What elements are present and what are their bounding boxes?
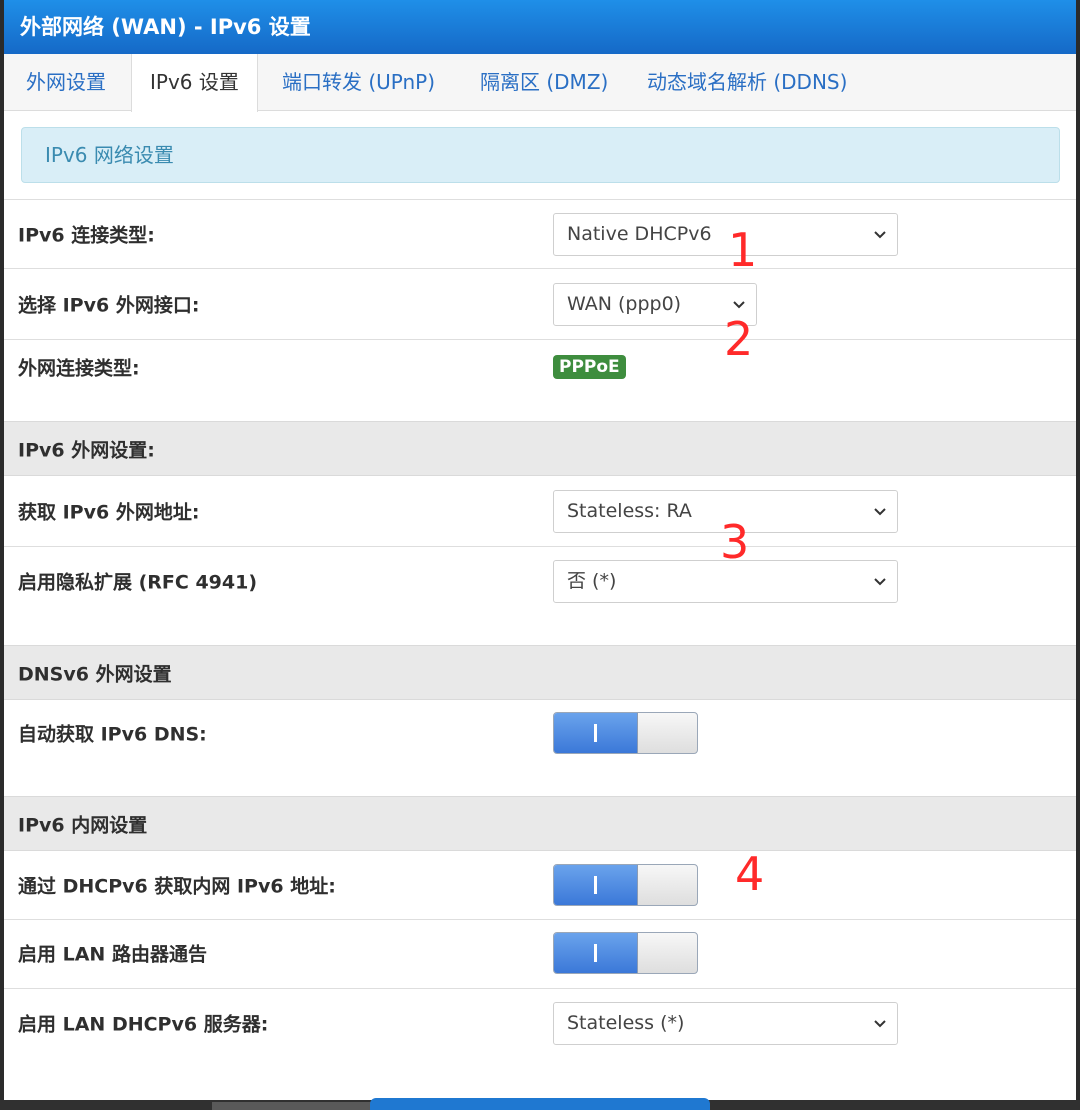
annotation-4: 4	[735, 847, 765, 901]
tab-ipv6-settings[interactable]: IPv6 设置	[131, 54, 258, 112]
tab-wan-settings[interactable]: 外网设置	[26, 54, 106, 111]
section-ipv6-lan-title: IPv6 内网设置	[18, 814, 148, 837]
annotation-2: 2	[724, 312, 754, 366]
chevron-down-icon	[874, 231, 886, 239]
section-dnsv6-wan-title: DNSv6 外网设置	[18, 663, 172, 686]
get-addr-label: 获取 IPv6 外网地址:	[18, 501, 200, 524]
watermark-text: 什么值得买	[946, 1070, 1051, 1094]
privacy-ext-value: 否 (*)	[567, 570, 617, 592]
wan-conn-type-label: 外网连接类型:	[18, 357, 140, 380]
conn-type-label: IPv6 连接类型:	[18, 224, 155, 247]
toggle-on-segment	[554, 933, 638, 973]
toggle-on-indicator	[594, 876, 597, 894]
info-banner: IPv6 网络设置	[21, 127, 1060, 183]
chevron-down-icon	[733, 301, 745, 309]
divider	[4, 919, 1076, 920]
section-dnsv6-wan: DNSv6 外网设置	[4, 645, 1076, 700]
dhcpv6-lan-addr-label: 通过 DHCPv6 获取内网 IPv6 地址:	[18, 875, 336, 898]
chevron-down-icon	[874, 578, 886, 586]
conn-type-select[interactable]: Native DHCPv6	[553, 213, 898, 256]
watermark: 值什么值得买	[912, 1066, 1051, 1096]
lan-dhcpv6-server-value: Stateless (*)	[567, 1012, 685, 1034]
wan-iface-label: 选择 IPv6 外网接口:	[18, 294, 200, 317]
tab-ddns[interactable]: 动态域名解析 (DDNS)	[647, 54, 847, 111]
conn-type-value: Native DHCPv6	[567, 223, 712, 245]
divider	[4, 199, 1076, 200]
lan-ra-toggle[interactable]	[553, 932, 698, 974]
toggle-on-indicator	[594, 724, 597, 742]
dhcpv6-lan-addr-toggle[interactable]	[553, 864, 698, 906]
section-ipv6-wan-title: IPv6 外网设置:	[18, 439, 155, 462]
wan-iface-value: WAN (ppp0)	[567, 293, 682, 315]
divider	[4, 546, 1076, 547]
tab-port-forwarding[interactable]: 端口转发 (UPnP)	[282, 54, 435, 111]
section-ipv6-lan: IPv6 内网设置	[4, 796, 1076, 851]
annotation-3: 3	[720, 515, 750, 569]
section-ipv6-wan: IPv6 外网设置:	[4, 421, 1076, 476]
tab-bar: 外网设置 IPv6 设置 端口转发 (UPnP) 隔离区 (DMZ) 动态域名解…	[4, 54, 1076, 112]
apply-button[interactable]	[370, 1098, 710, 1110]
get-addr-value: Stateless: RA	[567, 500, 692, 522]
toggle-on-segment	[554, 865, 638, 905]
lan-dhcpv6-server-label: 启用 LAN DHCPv6 服务器:	[18, 1013, 269, 1036]
toggle-on-indicator	[594, 944, 597, 962]
divider	[4, 339, 1076, 340]
pppoe-badge: PPPoE	[553, 355, 626, 379]
window-title: 外部网络 (WAN) - IPv6 设置	[4, 0, 1076, 54]
tab-dmz[interactable]: 隔离区 (DMZ)	[480, 54, 608, 111]
divider	[4, 988, 1076, 989]
chevron-down-icon	[874, 1020, 886, 1028]
settings-panel: 外部网络 (WAN) - IPv6 设置 外网设置 IPv6 设置 端口转发 (…	[4, 0, 1076, 1100]
privacy-ext-label: 启用隐私扩展 (RFC 4941)	[18, 571, 258, 594]
toggle-on-segment	[554, 713, 638, 753]
chevron-down-icon	[874, 508, 886, 516]
auto-dns-toggle[interactable]	[553, 712, 698, 754]
lan-ra-label: 启用 LAN 路由器通告	[18, 943, 207, 966]
annotation-1: 1	[728, 223, 758, 277]
lan-dhcpv6-server-select[interactable]: Stateless (*)	[553, 1002, 898, 1045]
auto-dns-label: 自动获取 IPv6 DNS:	[18, 723, 207, 746]
watermark-logo-icon: 值	[912, 1070, 938, 1096]
divider	[4, 268, 1076, 269]
